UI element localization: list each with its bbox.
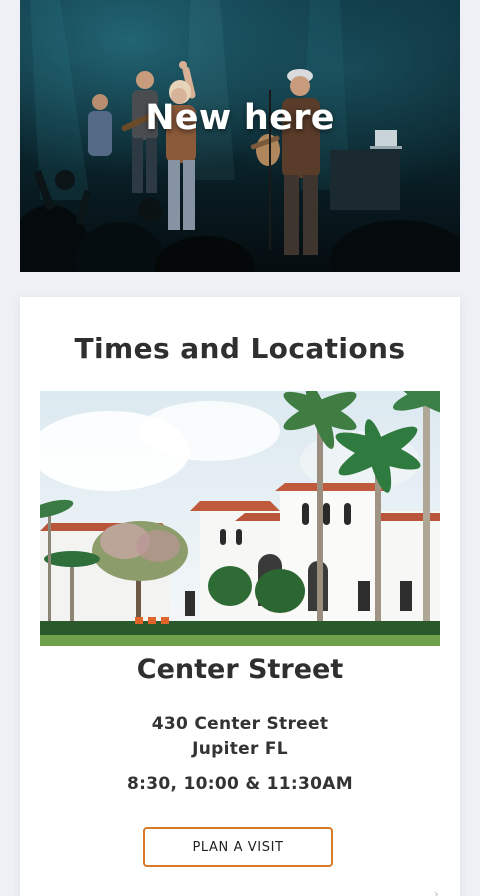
service-times: 8:30, 10:00 & 11:30AM xyxy=(127,774,353,794)
plan-a-visit-button[interactable]: PLAN A VISIT xyxy=(143,827,333,867)
hero-title: New here xyxy=(145,98,335,138)
hero-banner[interactable]: New here xyxy=(20,0,460,272)
address-line-1: 430 Center Street xyxy=(151,714,329,734)
chevron-right-icon[interactable]: › xyxy=(434,887,439,896)
times-locations-card: Times and Locations Center Street 430 Ce… xyxy=(20,297,460,896)
section-title: Times and Locations xyxy=(74,332,406,365)
location-photo xyxy=(40,391,440,646)
address-line-2: Jupiter FL xyxy=(192,739,288,759)
location-name: Center Street xyxy=(136,654,344,685)
page: New here Times and Locations Center Stre… xyxy=(0,0,480,896)
